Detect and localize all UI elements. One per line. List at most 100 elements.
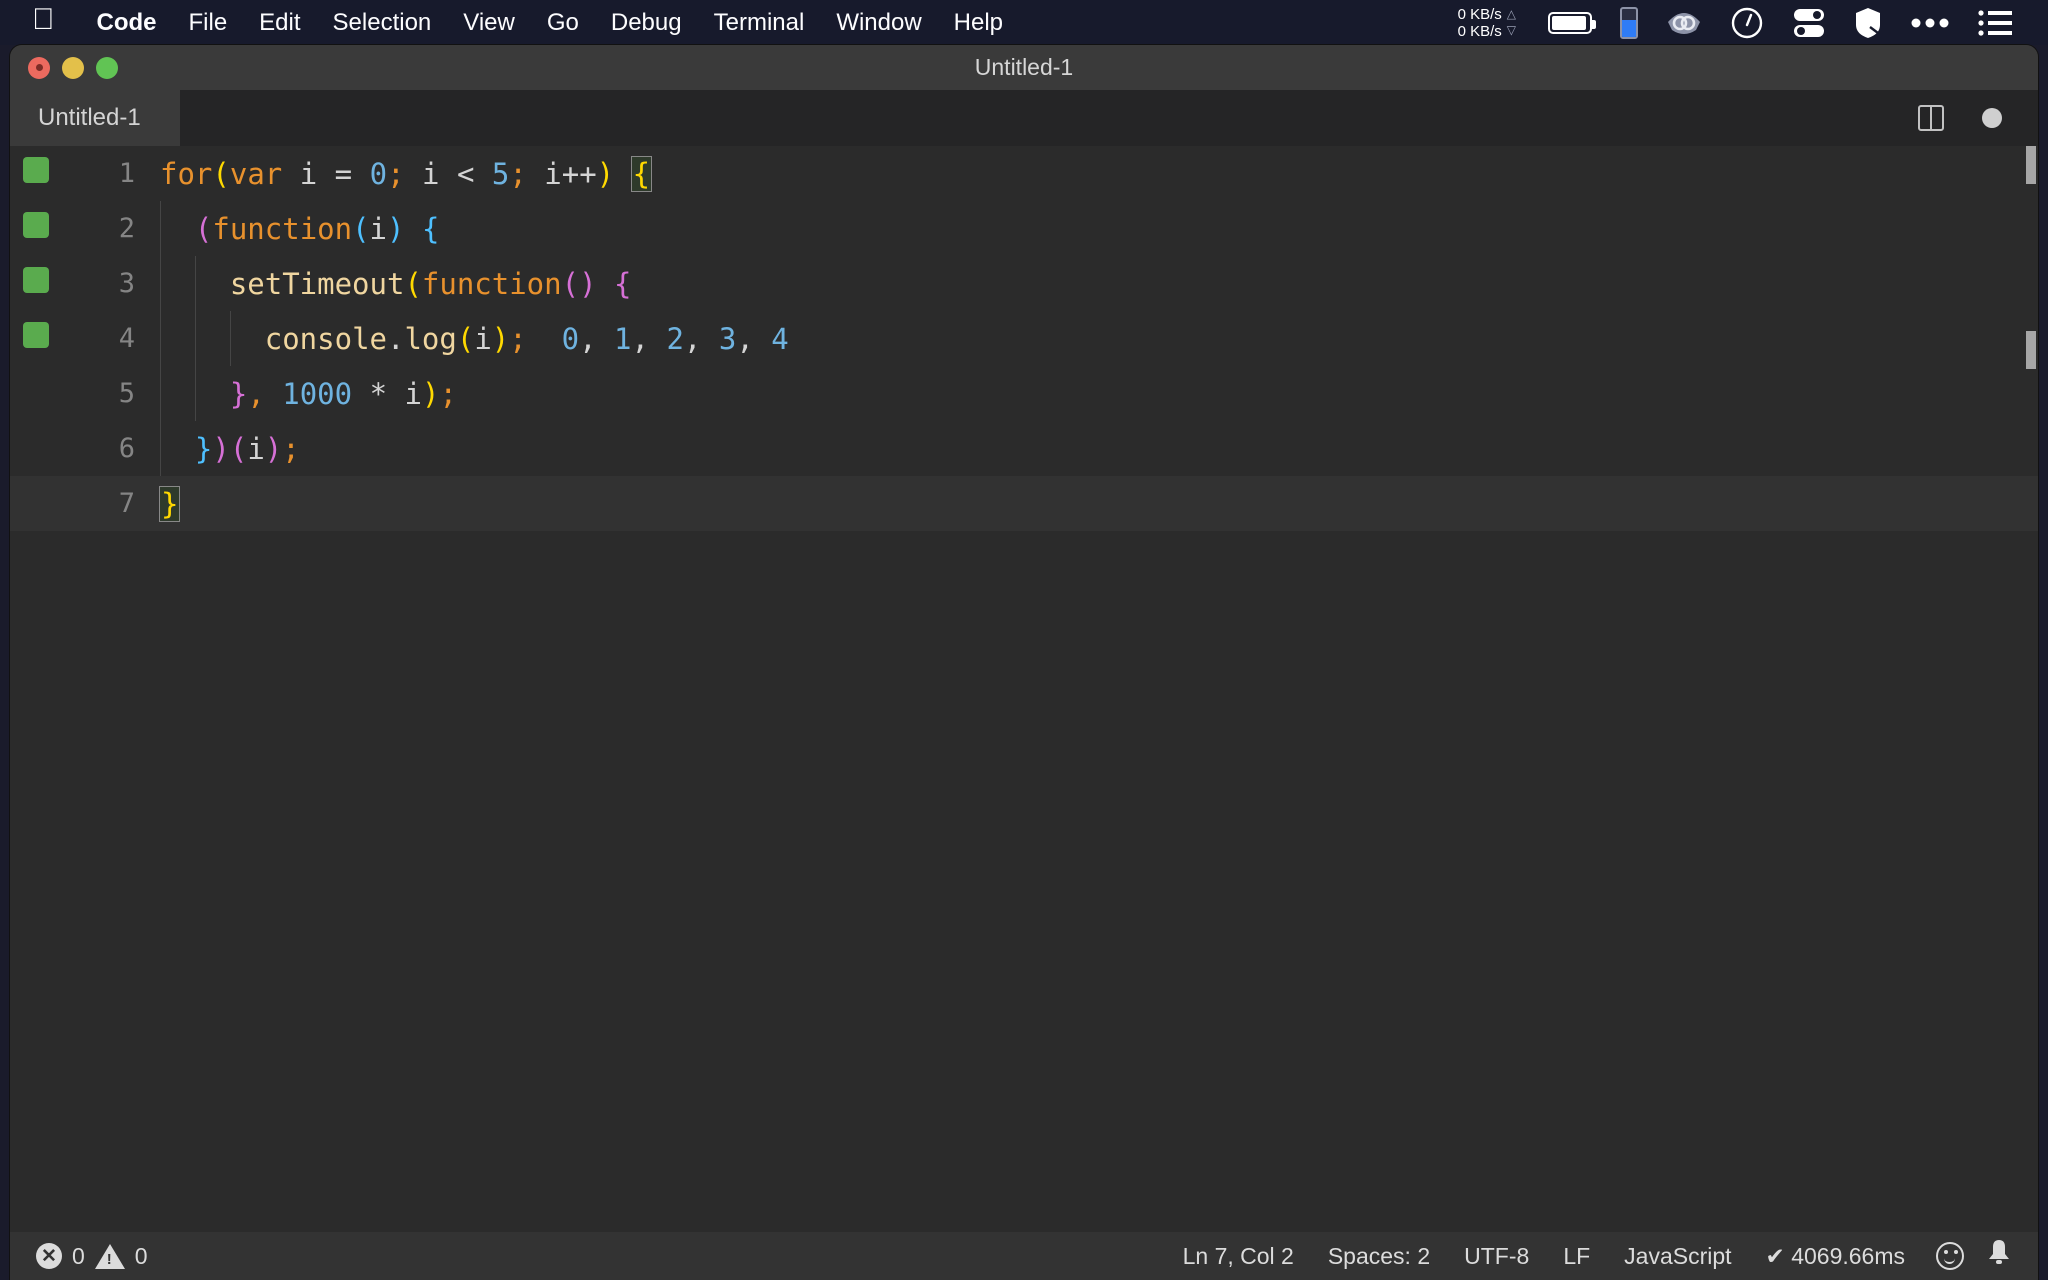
more-icon[interactable]: [1910, 17, 1950, 29]
token: (: [195, 212, 212, 246]
menu-code[interactable]: Code: [81, 9, 173, 37]
cloud-sync-icon[interactable]: [1666, 8, 1702, 38]
speedometer-icon[interactable]: [1730, 6, 1764, 40]
token: ,: [736, 322, 753, 356]
line-number: 4: [10, 323, 135, 354]
token: console: [265, 322, 387, 356]
indent-guide: [160, 311, 161, 366]
line-text: }: [160, 487, 179, 521]
language-mode[interactable]: JavaScript: [1607, 1243, 1748, 1270]
upload-speed: 0 KB/s: [1458, 6, 1502, 23]
network-speed-indicator[interactable]: 0 KB/s 0 KB/s △ ▽: [1458, 6, 1516, 40]
code-line[interactable]: 2 (function(i) {: [10, 201, 2038, 256]
token: [160, 432, 195, 466]
token: ;: [439, 377, 456, 411]
macos-menu-bar:  CodeFileEditSelectionViewGoDebugTermin…: [0, 0, 2048, 45]
menu-bar-status-area: 0 KB/s 0 KB/s △ ▽: [1458, 0, 2048, 45]
encoding-setting[interactable]: UTF-8: [1447, 1243, 1546, 1270]
code-line[interactable]: 5 }, 1000 * i);: [10, 366, 2038, 421]
line-text: setTimeout(function() {: [160, 267, 631, 301]
token: [352, 377, 369, 411]
token: ): [265, 432, 282, 466]
token: i++: [544, 157, 596, 191]
indent-guide: [160, 256, 161, 311]
token: [439, 157, 456, 191]
cursor-position[interactable]: Ln 7, Col 2: [1166, 1243, 1311, 1270]
token: *: [370, 377, 387, 411]
menu-file[interactable]: File: [173, 9, 244, 37]
code-line[interactable]: 4 console.log(i); 0, 1, 2, 3, 4: [10, 311, 2038, 366]
line-text: }, 1000 * i);: [160, 377, 457, 411]
overview-ruler-mark[interactable]: [2026, 331, 2036, 369]
problems-status[interactable]: ✕ 0 0: [36, 1243, 165, 1270]
menu-debug[interactable]: Debug: [595, 9, 698, 37]
token: ,: [684, 322, 701, 356]
token: }: [195, 432, 212, 466]
overview-ruler-mark[interactable]: [2026, 146, 2036, 184]
menu-edit[interactable]: Edit: [243, 9, 316, 37]
token: 0: [562, 322, 579, 356]
token: ): [492, 322, 509, 356]
code-line[interactable]: 6 })(i);: [10, 421, 2038, 476]
token: 1000: [282, 377, 352, 411]
token: }: [160, 487, 179, 521]
token: 2: [666, 322, 683, 356]
indentation-setting[interactable]: Spaces: 2: [1311, 1243, 1447, 1270]
code-line[interactable]: 3 setTimeout(function() {: [10, 256, 2038, 311]
token: var: [230, 157, 282, 191]
apple-logo-icon[interactable]: : [32, 5, 55, 35]
toggles-icon[interactable]: [1792, 7, 1826, 39]
window-title-bar: Untitled-1: [10, 45, 2038, 90]
code-editor[interactable]: 1for(var i = 0; i < 5; i++) {2 (function…: [10, 146, 2038, 1232]
phone-battery-icon[interactable]: [1620, 7, 1638, 39]
download-arrow-icon: ▽: [1507, 23, 1516, 38]
list-icon[interactable]: [1978, 9, 2012, 37]
status-bar-left: ✕ 0 0: [36, 1243, 165, 1270]
token: ): [422, 377, 439, 411]
indent-guide: [160, 366, 161, 421]
token: ;: [387, 157, 404, 191]
token: [265, 377, 282, 411]
token: ,: [247, 377, 264, 411]
line-text: for(var i = 0; i < 5; i++) {: [160, 157, 651, 191]
menu-help[interactable]: Help: [938, 9, 1019, 37]
code-line[interactable]: 1 for(var i = 0; i < 5; i++) {: [10, 146, 2038, 201]
indent-guide: [160, 421, 161, 476]
token: setTimeout: [230, 267, 405, 301]
token: function: [212, 212, 352, 246]
code-lines: 1for(var i = 0; i < 5; i++) {2 (function…: [10, 146, 2038, 531]
token: [160, 322, 265, 356]
menu-selection[interactable]: Selection: [317, 9, 448, 37]
unsaved-dot-icon[interactable]: [1982, 108, 2002, 128]
download-speed: 0 KB/s: [1458, 23, 1502, 40]
token: ): [579, 267, 596, 301]
token: i: [422, 157, 439, 191]
token: [387, 377, 404, 411]
run-status[interactable]: ✔ 4069.66ms: [1749, 1243, 1922, 1270]
battery-icon[interactable]: [1548, 12, 1592, 34]
bell-icon[interactable]: [1986, 1238, 2012, 1275]
menu-window[interactable]: Window: [820, 9, 937, 37]
tab-untitled-1[interactable]: Untitled-1: [10, 90, 180, 146]
shield-icon[interactable]: [1854, 7, 1882, 39]
warning-count: 0: [135, 1243, 148, 1270]
menu-view[interactable]: View: [447, 9, 531, 37]
token: [405, 157, 422, 191]
smiley-icon[interactable]: [1936, 1242, 1964, 1270]
split-editor-icon[interactable]: [1918, 105, 1944, 131]
status-bar-right: Ln 7, Col 2 Spaces: 2 UTF-8 LF JavaScrip…: [1166, 1238, 2038, 1275]
token: function: [422, 267, 562, 301]
menu-terminal[interactable]: Terminal: [698, 9, 821, 37]
token: [474, 157, 491, 191]
token: [754, 322, 771, 356]
line-number: 1: [10, 158, 135, 189]
line-number: 7: [10, 488, 135, 519]
token: ;: [509, 322, 526, 356]
overview-ruler[interactable]: [2024, 146, 2038, 1232]
eol-setting[interactable]: LF: [1546, 1243, 1607, 1270]
error-count: 0: [72, 1243, 85, 1270]
code-line[interactable]: 7}: [10, 476, 2038, 531]
menu-go[interactable]: Go: [531, 9, 595, 37]
token: i: [300, 157, 317, 191]
token: [597, 322, 614, 356]
